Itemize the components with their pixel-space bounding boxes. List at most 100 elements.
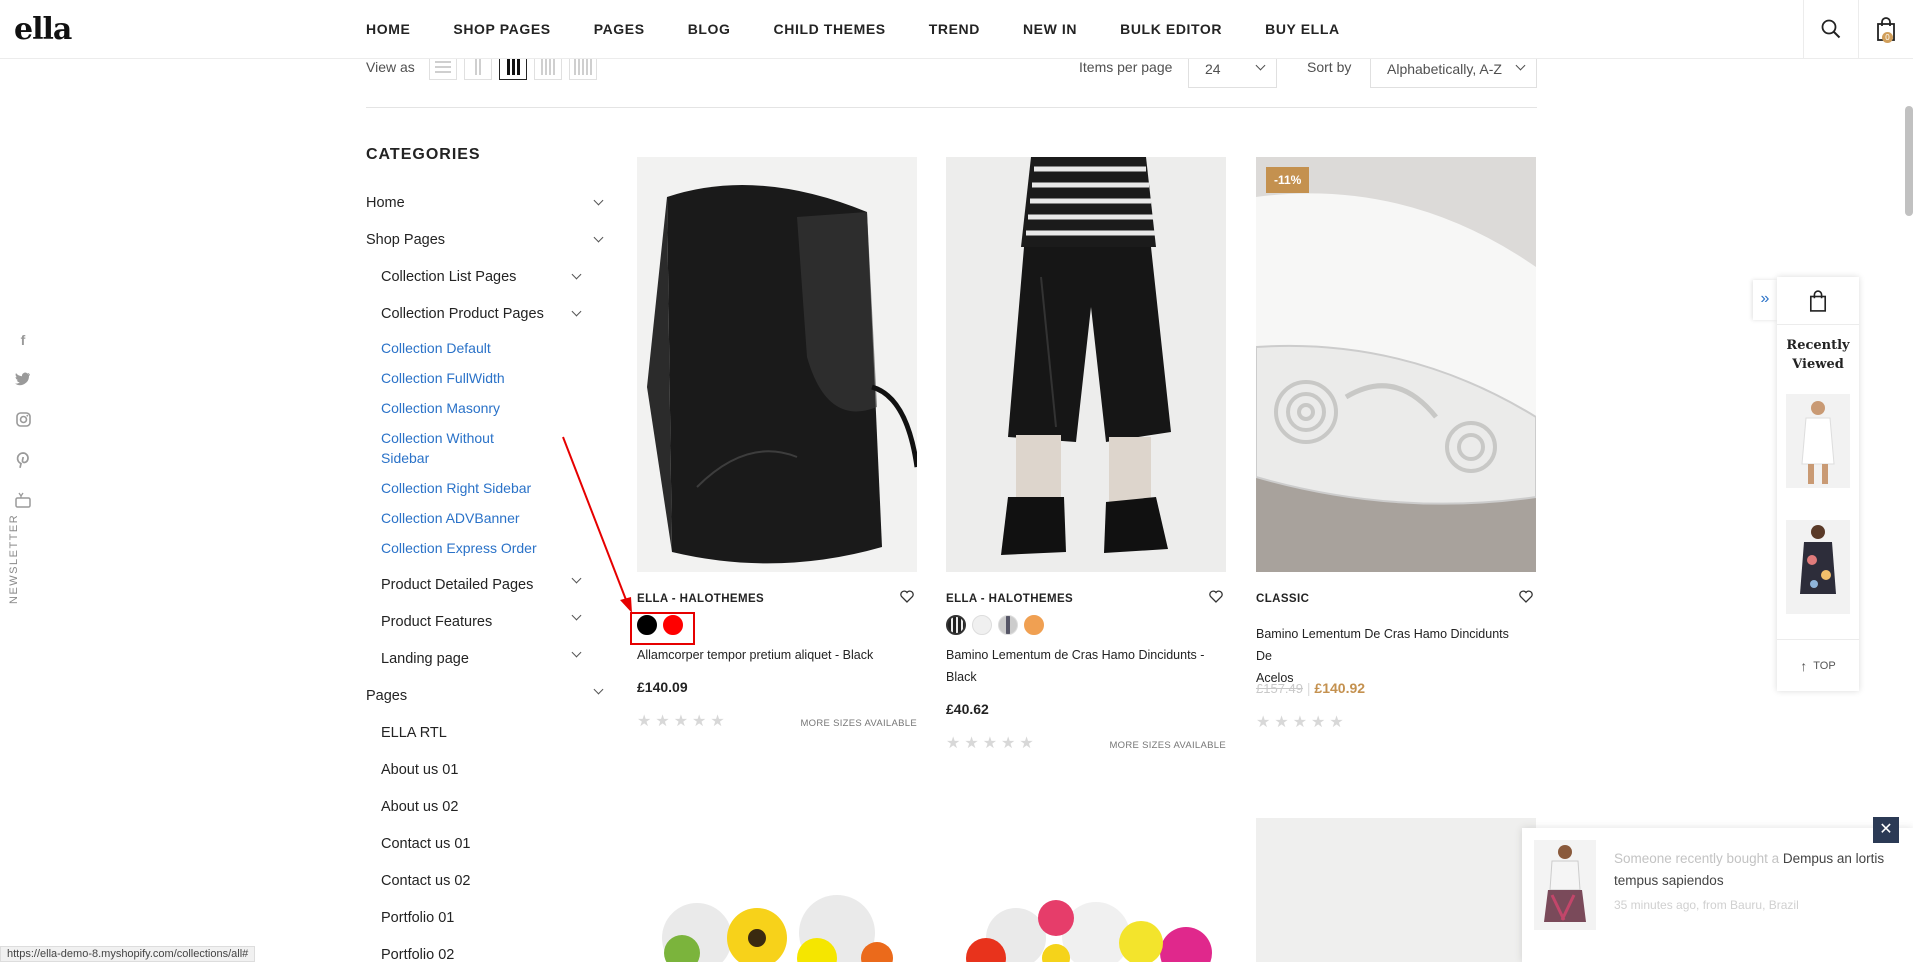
category-product-features[interactable]: Product Features	[381, 614, 492, 630]
category-label: Landing page	[381, 651, 469, 667]
product-image[interactable]	[637, 818, 917, 962]
sticky-cart-button[interactable]	[1777, 277, 1859, 325]
swatch-denim[interactable]	[998, 615, 1018, 635]
category-pages[interactable]: Pages	[366, 688, 407, 704]
sneaker-image	[1256, 157, 1536, 572]
product-price: £40.62	[946, 701, 989, 717]
page-ella-rtl[interactable]: ELLA RTL	[381, 725, 447, 741]
product-vendor[interactable]: ELLA - HALOTHEMES	[946, 593, 1073, 605]
nav-shop-pages[interactable]: SHOP PAGES	[453, 21, 550, 37]
category-label: Pages	[366, 688, 408, 704]
cart-count-badge: 0	[1882, 32, 1893, 43]
back-to-top-button[interactable]: ↑ TOP	[1777, 639, 1859, 691]
popup-message: Someone recently bought a Dempus an lort…	[1614, 848, 1904, 892]
category-label: Contact us 01	[381, 836, 471, 852]
category-label: ELLA RTL	[381, 725, 447, 741]
pants-image	[946, 157, 1226, 572]
product-image[interactable]	[637, 157, 917, 572]
product-vendor[interactable]: CLASSIC	[1256, 593, 1309, 605]
chevron-down-icon[interactable]	[571, 269, 582, 280]
link-collection-masonry[interactable]: Collection Masonry	[381, 400, 500, 416]
link-collection-right-sidebar[interactable]: Collection Right Sidebar	[381, 480, 531, 496]
product-title[interactable]: Bamino Lementum de Cras Hamo Dincidunts …	[946, 644, 1216, 688]
page-contact-02[interactable]: Contact us 02	[381, 873, 470, 889]
product-vendor[interactable]: ELLA - HALOTHEMES	[637, 593, 764, 605]
product-title[interactable]: Allamcorper tempor pretium aliquet - Bla…	[637, 644, 907, 666]
category-product-detailed-pages[interactable]: Product Detailed Pages	[381, 577, 533, 593]
page-portfolio-01[interactable]: Portfolio 01	[381, 910, 454, 926]
nav-new-in[interactable]: NEW IN	[1023, 21, 1077, 37]
page-scrollbar-thumb[interactable]	[1905, 106, 1913, 216]
category-landing-page[interactable]: Landing page	[381, 651, 469, 667]
product-title-line2: Black	[946, 670, 977, 684]
chevron-down-icon[interactable]	[571, 306, 582, 317]
product-title-line1: Bamino Lementum de Cras Hamo Dincidunts …	[946, 648, 1205, 662]
product-card: -11% CLASSIC Bamino Lementum De Cras Ham…	[1256, 157, 1536, 731]
pinterest-icon[interactable]	[14, 452, 32, 470]
category-label: About us 01	[381, 762, 459, 778]
popup-close-button[interactable]: ✕	[1873, 817, 1899, 843]
back-to-top-label: TOP	[1813, 659, 1836, 672]
page-contact-01[interactable]: Contact us 01	[381, 836, 470, 852]
chevron-down-icon[interactable]	[593, 684, 604, 695]
recently-viewed-toggle[interactable]: »	[1753, 280, 1777, 320]
chevron-down-icon[interactable]	[593, 232, 604, 243]
items-per-page-value: 24	[1205, 61, 1221, 77]
nav-trend[interactable]: TREND	[929, 21, 980, 37]
nav-buy-ella[interactable]: BUY ELLA	[1265, 21, 1340, 37]
nav-home[interactable]: HOME	[366, 21, 410, 37]
link-collection-express-order[interactable]: Collection Express Order	[381, 540, 537, 556]
header-icons: 0	[1803, 0, 1913, 58]
chevron-down-icon[interactable]	[593, 195, 604, 206]
newsletter-tab[interactable]: NEWSLETTER	[8, 514, 20, 604]
youtube-icon[interactable]	[14, 492, 32, 510]
category-collection-list-pages[interactable]: Collection List Pages	[381, 269, 516, 285]
recently-viewed-item[interactable]	[1786, 394, 1850, 488]
product-image[interactable]	[946, 818, 1226, 962]
twitter-icon[interactable]	[14, 372, 32, 390]
link-collection-without-sidebar-line2[interactable]: Sidebar	[381, 450, 429, 466]
category-label: Home	[366, 195, 405, 211]
category-collection-product-pages[interactable]: Collection Product Pages	[381, 306, 544, 322]
discount-badge: -11%	[1266, 167, 1310, 193]
recently-viewed-item[interactable]	[1786, 520, 1850, 614]
product-image[interactable]: -11%	[1256, 157, 1536, 572]
category-label: Collection List Pages	[381, 269, 517, 285]
nav-blog[interactable]: BLOG	[688, 21, 731, 37]
swatch-stripe[interactable]	[946, 615, 966, 635]
swatch-white[interactable]	[972, 615, 992, 635]
cart-button[interactable]: 0	[1858, 0, 1913, 58]
wishlist-heart-icon[interactable]	[1209, 590, 1223, 606]
page-about-01[interactable]: About us 01	[381, 762, 458, 778]
page-portfolio-02[interactable]: Portfolio 02	[381, 947, 454, 962]
product-image[interactable]	[1256, 818, 1536, 962]
more-sizes-label: MORE SIZES AVAILABLE	[800, 718, 917, 729]
swatch-orange[interactable]	[1024, 615, 1044, 635]
page-about-02[interactable]: About us 02	[381, 799, 458, 815]
search-button[interactable]	[1803, 0, 1858, 58]
nav-bulk-editor[interactable]: BULK EDITOR	[1120, 21, 1222, 37]
categories-title: CATEGORIES	[366, 146, 481, 163]
link-collection-without-sidebar[interactable]: Collection Without	[381, 430, 494, 446]
instagram-icon[interactable]	[14, 412, 32, 430]
facebook-icon[interactable]: f	[14, 332, 32, 350]
link-collection-fullwidth[interactable]: Collection FullWidth	[381, 370, 505, 386]
nav-pages[interactable]: PAGES	[594, 21, 645, 37]
search-icon	[1821, 19, 1841, 39]
flower-bouquet-image	[637, 818, 917, 962]
nav-child-themes[interactable]: CHILD THEMES	[774, 21, 886, 37]
wishlist-heart-icon[interactable]	[1519, 590, 1533, 606]
product-price: £140.09	[637, 679, 688, 695]
logo[interactable]: ella	[14, 12, 72, 47]
rating-stars: ★★★★★	[946, 735, 1038, 752]
link-collection-advbanner[interactable]: Collection ADVBanner	[381, 510, 520, 526]
category-home[interactable]: Home	[366, 195, 405, 211]
chevron-down-icon[interactable]	[571, 647, 582, 658]
recently-viewed-panel: Recently Viewed ↑ TOP	[1777, 277, 1859, 691]
wishlist-heart-icon[interactable]	[900, 590, 914, 606]
popup-product-image[interactable]	[1534, 840, 1596, 930]
flower-bouquet-image	[946, 818, 1226, 962]
product-image[interactable]	[946, 157, 1226, 572]
link-collection-default[interactable]: Collection Default	[381, 340, 491, 356]
category-shop-pages[interactable]: Shop Pages	[366, 232, 445, 248]
